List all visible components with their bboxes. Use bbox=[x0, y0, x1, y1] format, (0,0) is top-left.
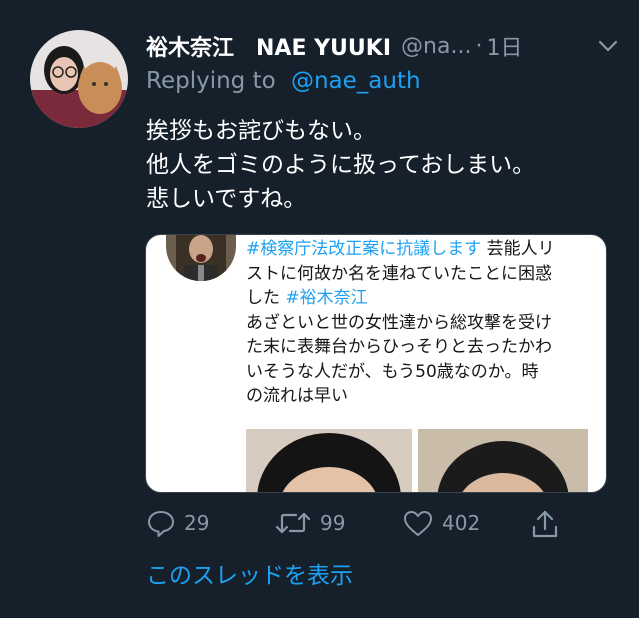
retweet-button[interactable]: 99 bbox=[274, 508, 345, 538]
embedded-text-line: の流れは早い bbox=[246, 386, 348, 406]
embedded-photo bbox=[418, 429, 588, 492]
tweet-text-line: 挨拶もお詫びもない。 bbox=[146, 118, 376, 144]
reply-icon bbox=[148, 511, 174, 537]
attached-screenshot-image[interactable]: #検察庁法改正案に抗議します 芸能人リ ストに何故か名を連ねていたことに困惑 し… bbox=[145, 234, 607, 493]
tweet-text-line: 他人をゴミのように扱っておしまい。 bbox=[146, 152, 536, 178]
embedded-text-line: いそうな人だが、もう50歳なのか。時 bbox=[246, 361, 539, 382]
tweet-text-line: 悲しいですね。 bbox=[146, 186, 307, 212]
separator-dot: · bbox=[475, 33, 483, 59]
chevron-down-icon[interactable] bbox=[594, 32, 622, 60]
tweet-text: 挨拶もお詫びもない。 他人をゴミのように扱っておしまい。 悲しいですね。 bbox=[146, 114, 616, 216]
reply-mention-link[interactable]: @nae_auth bbox=[291, 68, 421, 94]
embedded-text-line: 芸能人リ bbox=[481, 239, 555, 259]
embedded-text-line: ストに何故か名を連ねていたことに困惑 bbox=[246, 263, 552, 284]
embedded-avatar bbox=[166, 235, 236, 281]
share-icon bbox=[532, 510, 558, 538]
replying-to-label: Replying to bbox=[146, 68, 276, 94]
tweet-timestamp[interactable]: 1日 bbox=[486, 30, 522, 62]
embedded-text-line: した bbox=[246, 288, 286, 308]
retweet-count: 99 bbox=[320, 511, 346, 535]
tweet-actions: 29 99 402 bbox=[146, 508, 566, 544]
embedded-text-line: た末に表舞台からひっそりと去ったかわ bbox=[246, 337, 552, 357]
reply-button[interactable]: 29 bbox=[146, 508, 209, 538]
retweet-icon bbox=[275, 512, 311, 534]
embedded-tweet-text: #検察庁法改正案に抗議します 芸能人リ ストに何故か名を連ねていたことに困惑 し… bbox=[246, 237, 596, 409]
embedded-hashtag: #裕木奈江 bbox=[285, 288, 368, 308]
show-thread-link[interactable]: このスレッドを表示 bbox=[146, 556, 353, 590]
tweet-header: 裕木奈江 NAE YUUKI @na... · 1日 bbox=[146, 28, 626, 64]
share-button[interactable] bbox=[530, 508, 560, 540]
embedded-photo bbox=[246, 429, 412, 492]
embedded-text-line: あざといと世の女性達から総攻撃を受け bbox=[246, 312, 552, 333]
reply-count: 29 bbox=[184, 511, 210, 535]
embedded-hashtag: #検察庁法改正案に抗議します bbox=[246, 239, 482, 259]
heart-icon bbox=[404, 511, 432, 536]
author-name[interactable]: 裕木奈江 NAE YUUKI bbox=[146, 30, 391, 62]
like-button[interactable]: 402 bbox=[402, 508, 480, 538]
like-count: 402 bbox=[442, 511, 481, 535]
author-avatar[interactable] bbox=[30, 30, 128, 128]
replying-to: Replying to @nae_auth bbox=[146, 68, 421, 94]
author-handle[interactable]: @na... bbox=[401, 34, 471, 59]
